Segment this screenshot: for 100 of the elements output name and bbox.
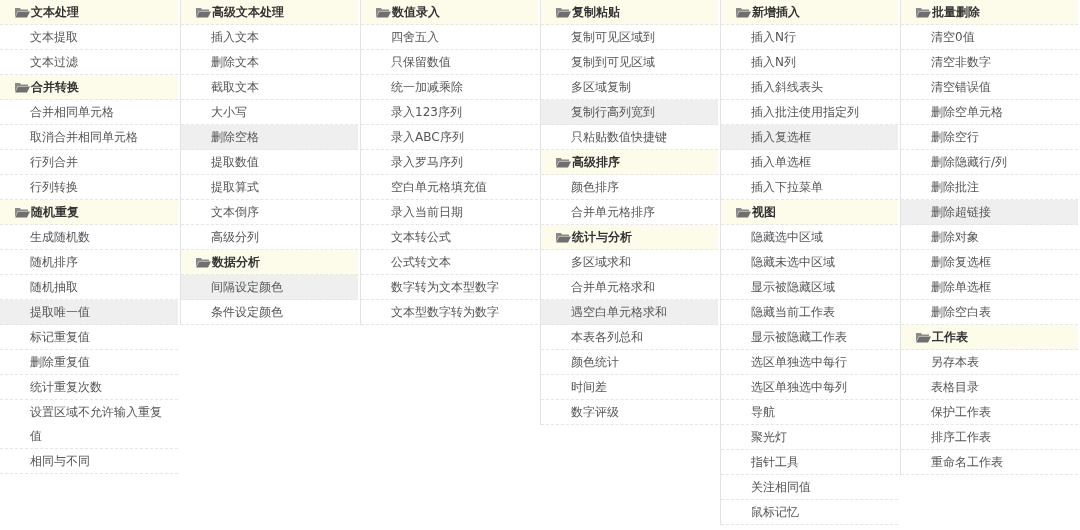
menu-item[interactable]: 合并相同单元格 (0, 100, 178, 125)
menu-item[interactable]: 删除空行 (901, 125, 1078, 150)
folder-icon (14, 206, 30, 218)
menu-item[interactable]: 提取唯一值 (0, 300, 178, 325)
menu-item[interactable]: 生成随机数 (0, 225, 178, 250)
menu-item[interactable]: 删除对象 (901, 225, 1078, 250)
menu-item[interactable]: 保护工作表 (901, 400, 1078, 425)
folder-icon (915, 331, 931, 343)
group-heading: 高级排序 (572, 153, 620, 171)
folder-icon (14, 6, 30, 18)
group-heading: 统计与分析 (572, 228, 632, 246)
folder-icon (735, 6, 751, 18)
group-heading: 视图 (752, 203, 776, 221)
menu-item[interactable]: 数字转为文本型数字 (361, 275, 538, 300)
menu-item[interactable]: 删除空格 (181, 125, 358, 150)
menu-item[interactable]: 本表各列总和 (541, 325, 718, 350)
menu-item[interactable]: 四舍五入 (361, 25, 538, 50)
group-heading: 合并转换 (31, 78, 79, 96)
menu-item[interactable]: 多区域求和 (541, 250, 718, 275)
menu-item[interactable]: 复制可见区域到 (541, 25, 718, 50)
menu-item[interactable]: 隐藏未选中区域 (721, 250, 898, 275)
menu-item[interactable]: 只保留数值 (361, 50, 538, 75)
menu-item[interactable]: 删除空单元格 (901, 100, 1078, 125)
menu-item[interactable]: 删除单选框 (901, 275, 1078, 300)
menu-item[interactable]: 插入N列 (721, 50, 898, 75)
menu-item[interactable]: 排序工作表 (901, 425, 1078, 450)
menu-item[interactable]: 隐藏选中区域 (721, 225, 898, 250)
menu-item[interactable]: 插入复选框 (721, 125, 898, 150)
menu-item[interactable]: 删除重复值 (0, 350, 178, 375)
group-heading: 随机重复 (31, 203, 79, 221)
menu-item[interactable]: 提取算式 (181, 175, 358, 200)
menu-item[interactable]: 删除超链接 (901, 200, 1078, 225)
menu-item[interactable]: 条件设定颜色 (181, 300, 358, 325)
menu-item[interactable]: 显示被隐藏区域 (721, 275, 898, 300)
menu-item[interactable]: 复制到可见区域 (541, 50, 718, 75)
folder-icon (195, 256, 211, 268)
folder-icon (195, 6, 211, 18)
menu-item[interactable]: 文本提取 (0, 25, 178, 50)
menu-item[interactable]: 录入ABC序列 (361, 125, 538, 150)
menu-item[interactable]: 删除文本 (181, 50, 358, 75)
folder-icon (555, 231, 571, 243)
menu-item[interactable]: 空白单元格填充值 (361, 175, 538, 200)
menu-item[interactable]: 录入罗马序列 (361, 150, 538, 175)
menu-item[interactable]: 录入123序列 (361, 100, 538, 125)
group-heading: 数值录入 (392, 3, 440, 21)
menu-item[interactable]: 截取文本 (181, 75, 358, 100)
menu-item[interactable]: 文本型数字转为数字 (361, 300, 538, 325)
menu-item[interactable]: 清空0值 (901, 25, 1078, 50)
menu-item[interactable]: 文本转公式 (361, 225, 538, 250)
menu-item[interactable]: 遇空白单元格求和 (541, 300, 718, 325)
group-heading: 复制粘贴 (572, 3, 620, 21)
menu-item[interactable]: 时间差 (541, 375, 718, 400)
folder-icon (735, 206, 751, 218)
menu-item[interactable]: 关注相同值 (721, 475, 898, 500)
menu-item[interactable]: 颜色排序 (541, 175, 718, 200)
menu-item[interactable]: 公式转文本 (361, 250, 538, 275)
menu-item[interactable]: 清空非数字 (901, 50, 1078, 75)
menu-item[interactable]: 聚光灯 (721, 425, 898, 450)
menu-item[interactable]: 间隔设定颜色 (181, 275, 358, 300)
menu-item[interactable]: 指针工具 (721, 450, 898, 475)
menu-item[interactable]: 导航 (721, 400, 898, 425)
group-heading: 文本处理 (31, 3, 79, 21)
menu-item[interactable]: 插入单选框 (721, 150, 898, 175)
folder-icon (375, 6, 391, 18)
menu-item[interactable]: 删除复选框 (901, 250, 1078, 275)
menu-item[interactable]: 录入当前日期 (361, 200, 538, 225)
menu-item[interactable]: 提取数值 (181, 150, 358, 175)
menu-item[interactable]: 统一加减乘除 (361, 75, 538, 100)
menu-item[interactable]: 标记重复值 (0, 325, 178, 350)
menu-item[interactable]: 文本倒序 (181, 200, 358, 225)
menu-item[interactable]: 选区单独选中每行 (721, 350, 898, 375)
group-heading: 新增插入 (752, 3, 800, 21)
menu-item[interactable]: 统计重复次数 (0, 375, 178, 400)
group-heading: 数据分析 (212, 253, 260, 271)
menu-item[interactable]: 随机排序 (0, 250, 178, 275)
menu-item[interactable]: 显示被隐藏工作表 (721, 325, 898, 350)
menu-item[interactable]: 插入N行 (721, 25, 898, 50)
menu-item[interactable]: 数字评级 (541, 400, 718, 425)
folder-icon (555, 6, 571, 18)
menu-item[interactable]: 设置区域不允许输入重复值 (0, 400, 178, 449)
menu-item[interactable]: 表格目录 (901, 375, 1078, 400)
menu-item[interactable]: 选区单独选中每列 (721, 375, 898, 400)
folder-icon (14, 81, 30, 93)
folder-icon (915, 6, 931, 18)
menu-item[interactable]: 鼠标记忆 (721, 500, 898, 525)
menu-item[interactable]: 插入斜线表头 (721, 75, 898, 100)
group-heading: 批量删除 (932, 3, 980, 21)
menu-item[interactable]: 另存本表 (901, 350, 1078, 375)
menu-item[interactable]: 行列合并 (0, 150, 178, 175)
folder-icon (555, 156, 571, 168)
menu-item[interactable]: 取消合并相同单元格 (0, 125, 178, 150)
menu-item[interactable]: 复制行高列宽到 (541, 100, 718, 125)
group-heading: 高级文本处理 (212, 3, 284, 21)
menu-item[interactable]: 颜色统计 (541, 350, 718, 375)
menu-item[interactable]: 相同与不同 (0, 449, 178, 474)
menu-item[interactable]: 重命名工作表 (901, 450, 1078, 475)
menu-item[interactable]: 清空错误值 (901, 75, 1078, 100)
menu-item[interactable]: 隐藏当前工作表 (721, 300, 898, 325)
menu-item[interactable]: 删除隐藏行/列 (901, 150, 1078, 175)
menu-item[interactable]: 插入文本 (181, 25, 358, 50)
